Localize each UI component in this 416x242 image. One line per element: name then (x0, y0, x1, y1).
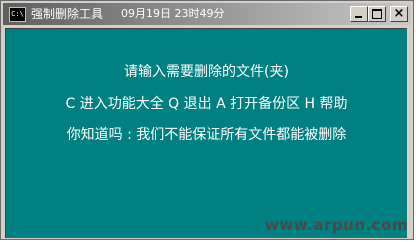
maximize-button[interactable] (368, 6, 386, 22)
minimize-icon (355, 16, 362, 18)
minimize-button[interactable] (350, 6, 368, 22)
close-button[interactable]: × (390, 6, 408, 22)
close-icon: × (393, 6, 405, 21)
window-datetime: 09月19日 23时49分 (121, 7, 225, 20)
console-app-icon[interactable]: C:\ (9, 7, 26, 22)
prompt-line: 请输入需要删除的文件(夹) (124, 64, 289, 80)
maximize-icon (372, 9, 382, 19)
window-title: 强制删除工具 (31, 7, 104, 21)
command-help-line: C 进入功能大全 Q 退出 A 打开备份区 H 帮助 (65, 96, 348, 112)
console-window: C:\ 强制删除工具 09月19日 23时49分 × 请输入需要删除的文件(夹)… (0, 0, 414, 240)
console-output-area[interactable]: 请输入需要删除的文件(夹) C 进入功能大全 Q 退出 A 打开备份区 H 帮助… (5, 28, 407, 238)
tip-line: 你知道吗 : 我们不能保证所有文件都能被删除 (66, 127, 347, 143)
window-edge (407, 28, 413, 238)
site-watermark: www.arpun.com (265, 216, 408, 234)
title-bar[interactable]: C:\ 强制删除工具 09月19日 23时49分 × (3, 3, 411, 25)
